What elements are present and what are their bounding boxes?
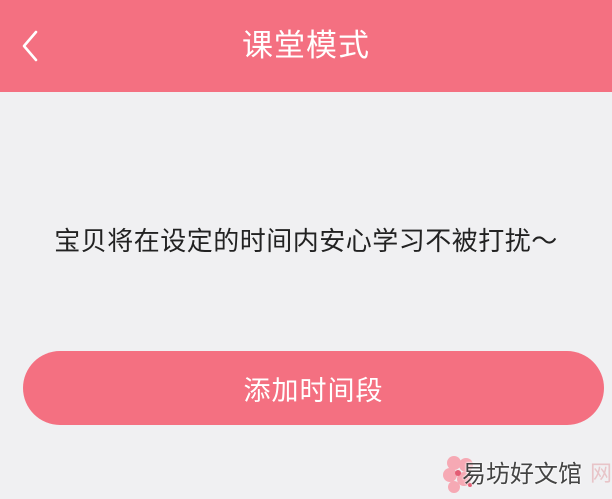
info-message: 宝贝将在设定的时间内安心学习不被打扰～ — [54, 227, 558, 257]
add-time-period-button[interactable]: 添加时间段 — [23, 351, 604, 425]
watermark-text: 易坊好文馆 — [462, 460, 582, 488]
watermark: 易坊好文馆 网 — [440, 446, 612, 499]
back-button[interactable] — [10, 22, 50, 70]
top-bar: 课堂模式 — [0, 0, 612, 92]
watermark-faded-text: 网 — [590, 462, 612, 487]
page-title: 课堂模式 — [242, 28, 370, 64]
chevron-left-icon — [22, 30, 38, 62]
